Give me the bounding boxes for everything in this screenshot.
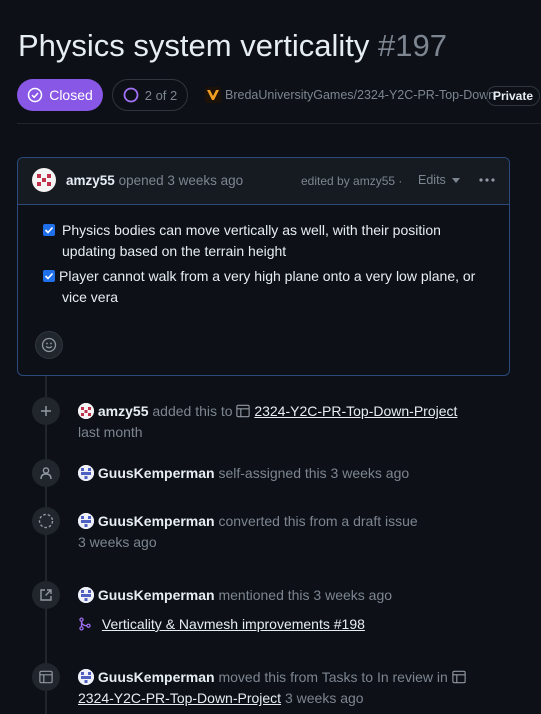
event-user[interactable]: GuusKemperman: [98, 669, 215, 685]
event-time[interactable]: last month: [78, 422, 457, 443]
progress-ring-icon: [123, 87, 139, 103]
chevron-down-icon: [451, 177, 460, 183]
closed-state-button[interactable]: Closed: [17, 79, 103, 111]
event-time[interactable]: 3 weeks ago: [78, 532, 418, 553]
project-link[interactable]: 2324-Y2C-PR-Top-Down-Project: [78, 690, 281, 706]
closed-check-icon: [27, 87, 43, 103]
referenced-pr: Verticality & Navmesh improvements #198: [78, 614, 365, 635]
repository-name: BredaUniversityGames/2324-Y2C-PR-Top-Dow…: [225, 88, 496, 102]
timeline-event: GuusKemperman self-assigned this 3 weeks…: [78, 463, 409, 484]
person-icon: [40, 467, 52, 480]
event-action: converted this from a draft issue: [218, 513, 418, 529]
event-user[interactable]: GuusKemperman: [98, 587, 215, 603]
event-action: self-assigned this 3 weeks ago: [218, 465, 410, 481]
event-user[interactable]: amzy55: [98, 403, 149, 419]
avatar[interactable]: [78, 669, 94, 685]
task-checkbox[interactable]: [43, 224, 55, 236]
timeline-badge: [32, 397, 60, 425]
post-action: opened: [118, 173, 164, 188]
issue-number: #197: [378, 28, 447, 63]
project-table-icon: [39, 670, 53, 684]
timeline-event: GuusKemperman moved this from Tasks to I…: [78, 667, 466, 709]
repository-link[interactable]: BredaUniversityGames/2324-Y2C-PR-Top-Dow…: [205, 87, 495, 103]
edited-by: edited by amzy55 ·: [301, 174, 403, 188]
task-item: Physics bodies can move vertically as we…: [62, 222, 441, 259]
avatar[interactable]: [78, 513, 94, 529]
issue-title: Physics system verticality #197: [18, 28, 447, 64]
task-checkbox[interactable]: [43, 270, 55, 282]
plus-icon: [41, 406, 51, 416]
issue-body-card: amzy55 opened 3 weeks ago edited by amzy…: [17, 157, 510, 376]
add-reaction-button[interactable]: [35, 331, 63, 359]
project-table-icon: [236, 404, 251, 418]
event-user[interactable]: GuusKemperman: [98, 513, 215, 529]
event-user[interactable]: GuusKemperman: [98, 465, 215, 481]
closed-state-label: Closed: [49, 87, 93, 103]
edits-dropdown[interactable]: Edits: [418, 173, 460, 187]
avatar[interactable]: [78, 587, 94, 603]
timeline-badge: [32, 459, 60, 487]
progress-label: 2 of 2: [144, 87, 178, 103]
event-action: moved this from Tasks to In review in: [218, 669, 448, 685]
author-avatar[interactable]: [32, 168, 56, 192]
smiley-icon: [41, 337, 57, 353]
timeline-badge: [32, 507, 60, 535]
git-merge-icon: [79, 617, 91, 631]
post-meta: amzy55 opened 3 weeks ago: [66, 173, 243, 188]
project-table-icon: [451, 670, 466, 684]
more-options-button[interactable]: [478, 172, 496, 193]
kebab-icon: [479, 178, 495, 182]
visibility-badge: Private: [486, 86, 541, 106]
repo-owner-logo-icon: [205, 87, 221, 103]
event-action: mentioned this 3 weeks ago: [218, 587, 393, 603]
timeline-badge: [32, 663, 60, 691]
cross-reference-icon: [40, 589, 52, 601]
project-link[interactable]: 2324-Y2C-PR-Top-Down-Project: [254, 403, 457, 419]
timeline-event: GuusKemperman mentioned this 3 weeks ago: [78, 585, 392, 606]
subtask-progress[interactable]: 2 of 2: [112, 79, 188, 111]
card-header: amzy55 opened 3 weeks ago edited by amzy…: [18, 158, 509, 205]
task-item: Player cannot walk from a very high plan…: [59, 268, 476, 305]
post-time[interactable]: 3 weeks ago: [167, 173, 243, 188]
draft-circle-icon: [38, 513, 54, 529]
edits-label: Edits: [418, 173, 446, 187]
avatar[interactable]: [78, 465, 94, 481]
pr-link[interactable]: Verticality & Navmesh improvements #198: [102, 616, 365, 632]
timeline-event: amzy55 added this to 2324-Y2C-PR-Top-Dow…: [78, 401, 457, 443]
event-action: added this to: [152, 403, 233, 419]
author-name[interactable]: amzy55: [66, 173, 115, 188]
issue-title-text: Physics system verticality: [18, 28, 370, 63]
timeline-badge: [32, 581, 60, 609]
timeline-event: GuusKemperman converted this from a draf…: [78, 511, 418, 553]
header-divider: [17, 123, 541, 124]
avatar[interactable]: [78, 403, 94, 419]
event-time[interactable]: 3 weeks ago: [285, 690, 364, 706]
